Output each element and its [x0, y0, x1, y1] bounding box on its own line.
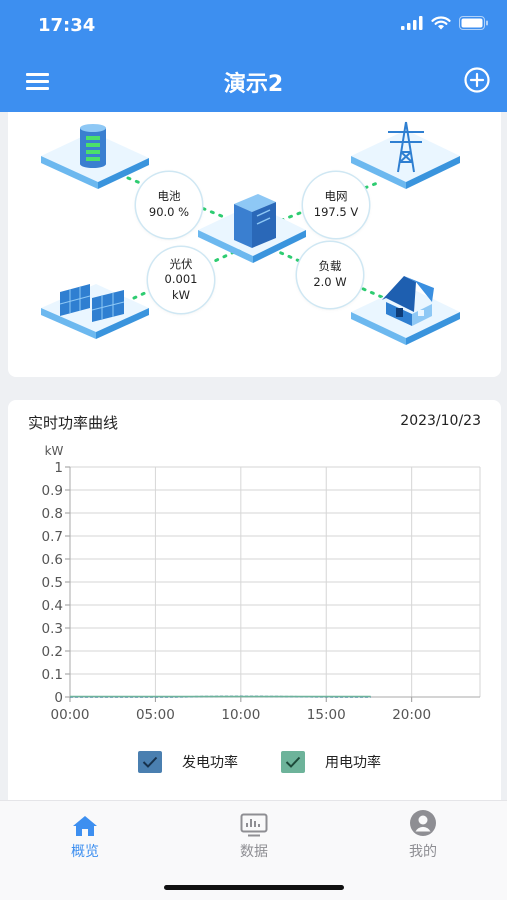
y-tick-label: 0: [54, 690, 63, 706]
load-bubble[interactable]: 负载 2.0 W: [297, 242, 363, 308]
legend-label-consumption: 用电功率: [325, 755, 381, 771]
y-tick-label: 0.5: [42, 575, 63, 591]
legend-checkbox-consumption[interactable]: [281, 751, 305, 773]
chart-legend: 发电功率 用电功率: [8, 750, 501, 774]
legend-item-consumption[interactable]: 用电功率: [281, 750, 381, 774]
load-node[interactable]: [351, 276, 460, 345]
x-tick-label: 10:00: [221, 707, 260, 723]
tab-overview-label: 概览: [71, 844, 99, 860]
wifi-icon: [431, 16, 451, 30]
power-chart: kW 0 0.1 0.2 0.3 0.4 0.5 0.6 0.7 0.8 0.9 1 00:00 05:0…: [42, 444, 481, 723]
pv-bubble[interactable]: 光伏 0.001 kW: [148, 247, 214, 313]
tab-mine-label: 我的: [409, 844, 437, 860]
x-tick-label: 15:00: [307, 707, 346, 723]
load-label: 负载: [318, 259, 342, 274]
pv-value: 0.001: [164, 272, 198, 287]
pv-label: 光伏: [169, 256, 193, 271]
y-tick-label: 0.4: [42, 598, 63, 614]
inverter-node[interactable]: [198, 194, 306, 263]
app-header: 17:34 演示2: [0, 0, 507, 112]
y-tick-label: 0.3: [42, 621, 63, 637]
tab-data[interactable]: 数据: [204, 807, 304, 865]
add-button[interactable]: [463, 66, 491, 94]
battery-bubble[interactable]: 电池 90.0 %: [136, 172, 202, 238]
y-tick-label: 0.2: [42, 644, 63, 660]
y-tick-label: 0.6: [42, 552, 63, 568]
nav-bar: 演示2: [0, 50, 507, 112]
battery-status-icon: [459, 16, 488, 30]
monitor-icon: [240, 813, 268, 837]
status-icons: [401, 16, 489, 30]
x-tick-label: 00:00: [51, 707, 90, 723]
legend-label-generation: 发电功率: [182, 755, 238, 771]
tab-overview[interactable]: 概览: [35, 807, 135, 865]
battery-value: 90.0 %: [148, 205, 190, 219]
user-icon: [410, 810, 436, 836]
load-value: 2.0 W: [313, 275, 347, 289]
status-bar: 17:34: [0, 0, 507, 50]
check-icon: [285, 756, 301, 768]
grid-value: 197.5 V: [313, 205, 359, 219]
home-icon: [73, 816, 97, 836]
inverter-icon: [234, 194, 276, 248]
x-tick-label: 05:00: [136, 707, 175, 723]
y-tick-label: 0.7: [42, 529, 63, 545]
y-tick-label: 1: [54, 460, 63, 476]
grid-node[interactable]: [351, 121, 460, 189]
legend-checkbox-generation[interactable]: [138, 751, 162, 773]
power-chart-card: 实时功率曲线 2023/10/23 kW 0 0.1 0.2 0.3 0.4 0.5 0.6 0…: [8, 400, 501, 810]
pv-node[interactable]: [41, 284, 149, 339]
energy-flow-card: 电池 90.0 % 电网 197.5 V 光伏 0.001 kW 负载 2.0 …: [8, 112, 501, 377]
y-tick-label: 0.8: [42, 506, 63, 522]
battery-label: 电池: [157, 189, 181, 204]
page-title: 演示2: [223, 72, 284, 97]
battery-node[interactable]: [41, 124, 149, 189]
home-indicator: [164, 885, 344, 890]
pv-unit: kW: [171, 287, 191, 302]
battery-icon: [80, 124, 106, 168]
x-tick-label: 20:00: [392, 707, 431, 723]
tab-data-label: 数据: [240, 844, 268, 860]
status-time: 17:34: [38, 15, 96, 36]
grid-label: 电网: [324, 189, 348, 204]
signal-icon: [401, 16, 423, 30]
energy-flow-diagram: [41, 121, 460, 345]
check-icon: [142, 756, 158, 768]
y-tick-label: 0.9: [42, 483, 63, 499]
grid-bubble[interactable]: 电网 197.5 V: [303, 172, 369, 238]
legend-item-generation[interactable]: 发电功率: [138, 750, 238, 774]
y-axis-unit: kW: [45, 444, 64, 458]
tab-mine[interactable]: 我的: [373, 807, 473, 865]
y-tick-label: 0.1: [42, 667, 63, 683]
